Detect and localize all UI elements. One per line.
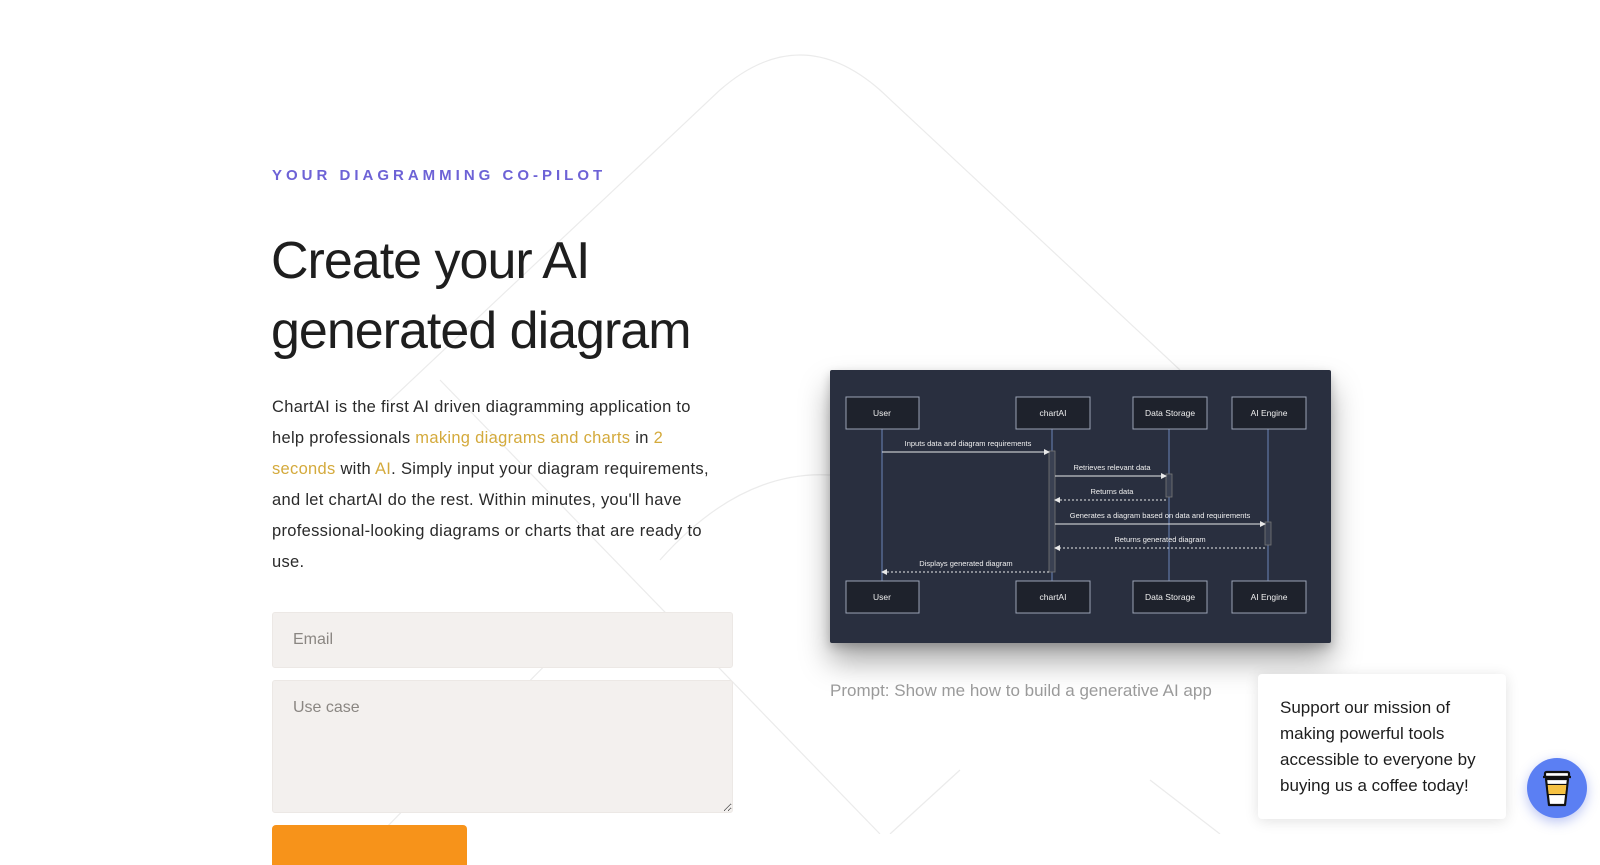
intro-highlight-3: AI (374, 460, 392, 478)
participant-top-ai-engine: AI Engine (1251, 408, 1288, 418)
diagram-preview: User chartAI Data Storage AI Engine User… (830, 370, 1331, 643)
message-4: Generates a diagram based on data and re… (1070, 511, 1251, 520)
intro-text-2: in (630, 429, 654, 447)
sequence-diagram: User chartAI Data Storage AI Engine User… (845, 396, 1307, 614)
intro-text-3: with (335, 460, 375, 478)
message-2: Retrieves relevant data (1073, 463, 1151, 472)
buy-coffee-button[interactable] (1527, 758, 1587, 818)
hero-intro: ChartAI is the first AI driven diagrammi… (272, 392, 722, 578)
participant-bottom-chartai: chartAI (1040, 592, 1067, 602)
participant-bottom-ai-engine: AI Engine (1251, 592, 1288, 602)
message-3: Returns data (1091, 487, 1135, 496)
use-case-input[interactable] (272, 680, 733, 813)
message-1: Inputs data and diagram requirements (905, 439, 1032, 448)
hero-eyebrow: YOUR DIAGRAMMING CO-PILOT (272, 167, 607, 184)
participant-bottom-user: User (873, 592, 891, 602)
participant-top-data-storage: Data Storage (1145, 408, 1195, 418)
intro-highlight-1: making diagrams and charts (415, 429, 631, 447)
participant-bottom-data-storage: Data Storage (1145, 592, 1195, 602)
participant-top-chartai: chartAI (1040, 408, 1067, 418)
message-6: Displays generated diagram (919, 559, 1012, 568)
headline-line-1: Create your AI (271, 232, 590, 290)
email-input[interactable] (272, 612, 733, 668)
coffee-cup-icon (1543, 770, 1571, 807)
message-5: Returns generated diagram (1114, 535, 1205, 544)
support-popup: Support our mission of making powerful t… (1258, 674, 1506, 819)
submit-button[interactable] (272, 825, 467, 865)
hero-headline: Create your AI generated diagram (271, 226, 771, 366)
participant-top-user: User (873, 408, 891, 418)
diagram-caption: Prompt: Show me how to build a generativ… (830, 681, 1212, 700)
headline-line-2: generated diagram (271, 302, 692, 360)
